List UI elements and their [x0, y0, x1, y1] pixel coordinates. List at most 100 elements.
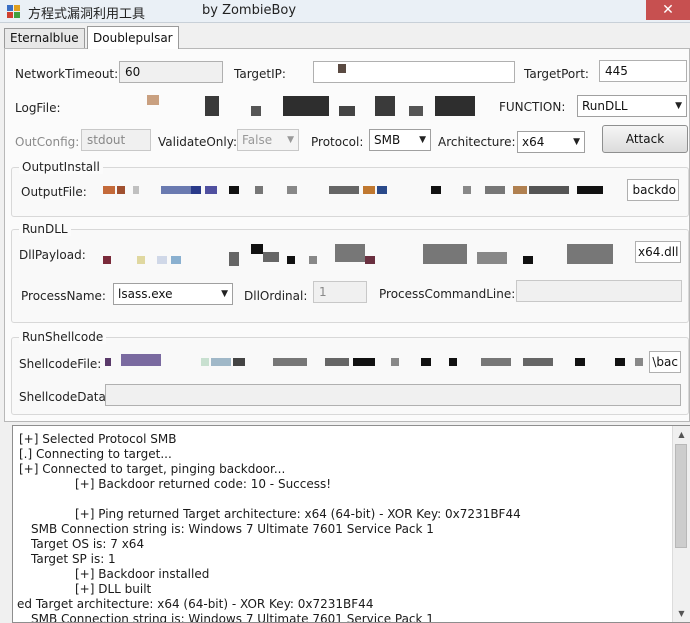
- redaction-mask: [523, 256, 533, 264]
- redaction-mask: [283, 96, 329, 116]
- process-name-select[interactable]: lsass.exe ▼: [113, 283, 233, 305]
- redaction-mask: [363, 186, 375, 194]
- redaction-mask: [339, 106, 355, 116]
- out-config-input[interactable]: stdout: [81, 129, 151, 151]
- attack-button[interactable]: Attack: [602, 125, 688, 153]
- protocol-value: SMB: [374, 133, 401, 147]
- redaction-mask: [201, 358, 209, 366]
- log-scrollbar[interactable]: ▲ ▼: [672, 426, 690, 622]
- redaction-mask: [353, 358, 375, 366]
- protocol-select[interactable]: SMB ▼: [369, 129, 431, 151]
- tab-eternalblue[interactable]: Eternalblue: [4, 28, 85, 48]
- network-timeout-label: NetworkTimeout:: [15, 67, 119, 81]
- redaction-mask: [409, 106, 423, 116]
- redaction-mask: [147, 95, 159, 105]
- log-output[interactable]: [+] Selected Protocol SMB [.] Connecting…: [12, 425, 690, 623]
- redaction-mask: [171, 256, 181, 264]
- redaction-mask: [485, 186, 505, 194]
- redaction-mask: [287, 256, 295, 264]
- shellcode-file-value: \bac: [649, 351, 681, 373]
- redaction-mask: [229, 252, 239, 266]
- process-command-line-input[interactable]: [516, 280, 682, 302]
- target-port-label: TargetPort:: [524, 67, 589, 81]
- doublepulsar-panel: NetworkTimeout: 60 TargetIP: TargetPort:…: [4, 48, 690, 422]
- redaction-mask: [435, 96, 475, 116]
- redaction-mask: [375, 96, 395, 116]
- log-file-input[interactable]: [49, 93, 493, 115]
- shellcode-file-label: ShellcodeFile:: [19, 357, 102, 371]
- redaction-mask: [105, 358, 111, 366]
- redaction-mask: [335, 244, 365, 262]
- redaction-mask: [117, 186, 125, 194]
- chevron-down-icon: ▼: [419, 135, 426, 145]
- log-line: SMB Connection string is: Windows 7 Ulti…: [31, 612, 434, 623]
- shellcode-data-input[interactable]: [105, 384, 681, 406]
- window-author: by ZombieBoy: [202, 3, 297, 18]
- redaction-mask: [523, 358, 553, 366]
- redaction-mask: [251, 106, 261, 116]
- log-line: [+] Ping returned Target architecture: x…: [75, 507, 521, 521]
- close-icon: ✕: [662, 2, 674, 18]
- redaction-mask: [229, 186, 239, 194]
- target-port-input[interactable]: 445: [599, 60, 687, 82]
- redaction-mask: [233, 358, 245, 366]
- redaction-mask: [431, 186, 441, 194]
- close-button[interactable]: ✕: [646, 0, 690, 20]
- redaction-mask: [191, 186, 201, 194]
- log-line: Target SP is: 1: [31, 552, 116, 566]
- redaction-mask: [635, 358, 643, 366]
- architecture-label: Architecture:: [438, 135, 516, 149]
- redaction-mask: [577, 186, 603, 194]
- validate-only-label: ValidateOnly:: [158, 135, 238, 149]
- log-line: ed Target architecture: x64 (64-bit) - X…: [17, 597, 374, 611]
- dll-payload-value: x64.dll: [635, 241, 681, 263]
- output-file-label: OutputFile:: [21, 185, 87, 199]
- redaction-mask: [421, 358, 431, 366]
- redaction-mask: [103, 256, 111, 264]
- run-shellcode-title: RunShellcode: [19, 330, 107, 344]
- redaction-mask: [157, 256, 167, 264]
- protocol-label: Protocol:: [311, 135, 364, 149]
- redaction-mask: [391, 358, 399, 366]
- log-line: [+] DLL built: [75, 582, 152, 596]
- redaction-mask: [529, 186, 569, 194]
- window-title: 方程式漏洞利用工具: [28, 7, 146, 22]
- process-name-label: ProcessName:: [21, 289, 106, 303]
- function-select[interactable]: RunDLL ▼: [577, 95, 687, 117]
- app-icon: [7, 5, 20, 18]
- redaction-mask: [329, 186, 359, 194]
- redaction-mask: [377, 186, 387, 194]
- dll-payload-label: DllPayload:: [19, 248, 86, 262]
- run-dll-title: RunDLL: [19, 222, 71, 236]
- scroll-up-icon[interactable]: ▲: [673, 426, 690, 443]
- output-file-value: backdo: [627, 179, 679, 201]
- architecture-value: x64: [522, 135, 545, 149]
- log-line: [+] Connected to target, pinging backdoo…: [19, 462, 286, 476]
- architecture-select[interactable]: x64 ▼: [517, 131, 585, 153]
- redaction-mask: [205, 96, 219, 116]
- redaction-mask: [477, 252, 507, 264]
- redaction-mask: [133, 186, 139, 194]
- validate-only-select[interactable]: False ▼: [237, 129, 299, 151]
- redaction-mask: [449, 358, 457, 366]
- redaction-mask: [287, 186, 297, 194]
- redaction-mask: [309, 256, 317, 264]
- tab-doublepulsar[interactable]: Doublepulsar: [87, 26, 179, 49]
- shellcode-data-label: ShellcodeData:: [19, 390, 110, 404]
- redaction-mask: [325, 358, 349, 366]
- function-label: FUNCTION:: [499, 100, 566, 114]
- redaction-mask: [255, 186, 263, 194]
- chevron-down-icon: ▼: [675, 101, 682, 111]
- scrollbar-thumb[interactable]: [675, 444, 687, 548]
- network-timeout-input[interactable]: 60: [119, 61, 223, 83]
- redaction-mask: [513, 186, 527, 194]
- validate-only-value: False: [242, 133, 273, 147]
- output-install-title: OutputInstall: [19, 160, 103, 174]
- chevron-down-icon: ▼: [573, 137, 580, 147]
- dll-ordinal-input[interactable]: 1: [313, 281, 367, 303]
- scroll-down-icon[interactable]: ▼: [673, 605, 690, 622]
- redaction-mask: [211, 358, 231, 366]
- log-line: Target OS is: 7 x64: [31, 537, 145, 551]
- redaction-mask: [273, 358, 307, 366]
- redaction-mask: [338, 64, 346, 73]
